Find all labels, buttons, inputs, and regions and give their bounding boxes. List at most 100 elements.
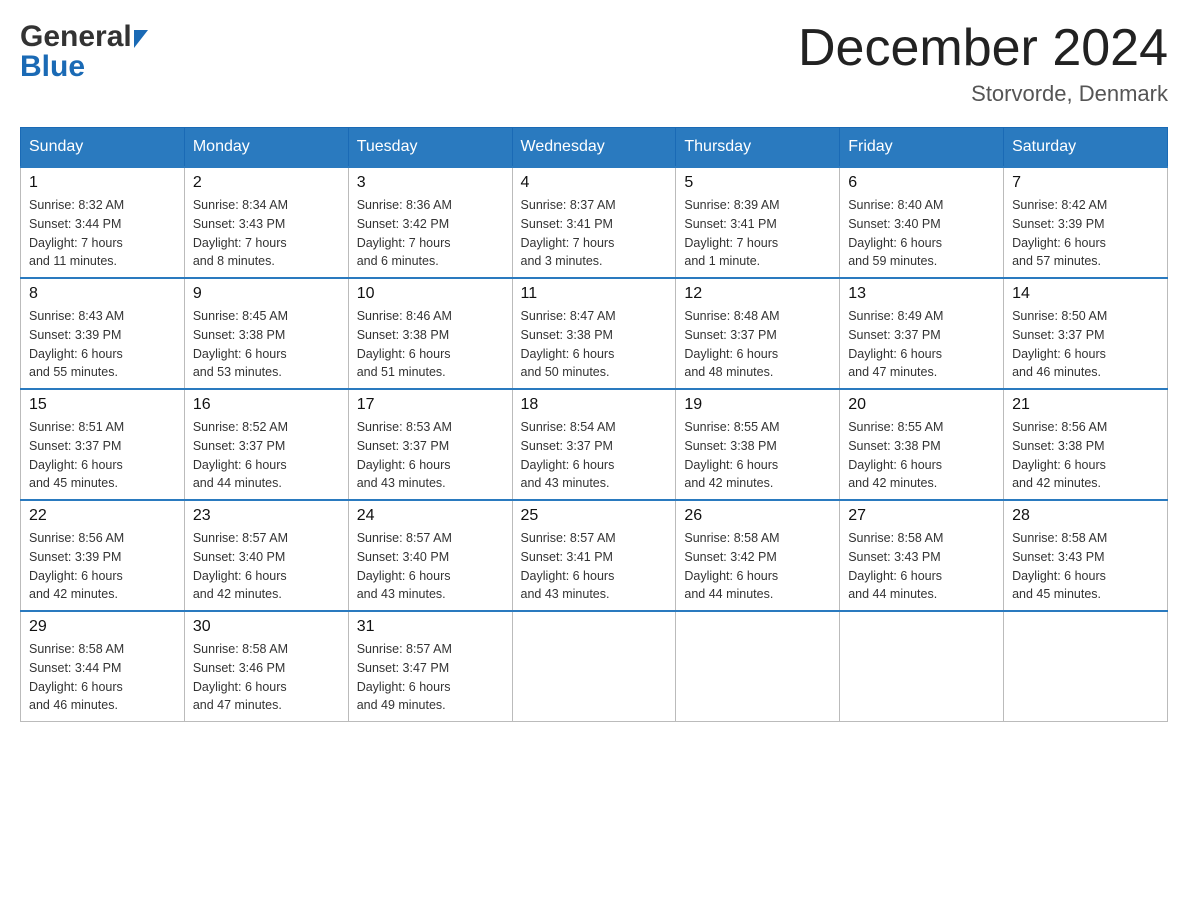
day-info: Sunrise: 8:47 AMSunset: 3:38 PMDaylight:… bbox=[521, 307, 668, 382]
day-info: Sunrise: 8:53 AMSunset: 3:37 PMDaylight:… bbox=[357, 418, 504, 493]
day-number: 10 bbox=[357, 285, 504, 303]
col-saturday: Saturday bbox=[1004, 128, 1168, 168]
table-row: 3 Sunrise: 8:36 AMSunset: 3:42 PMDayligh… bbox=[348, 167, 512, 278]
title-area: December 2024 Storvorde, Denmark bbox=[798, 20, 1168, 107]
day-info: Sunrise: 8:34 AMSunset: 3:43 PMDaylight:… bbox=[193, 196, 340, 271]
day-number: 28 bbox=[1012, 507, 1159, 525]
week-row-2: 8 Sunrise: 8:43 AMSunset: 3:39 PMDayligh… bbox=[21, 278, 1168, 389]
table-row: 28 Sunrise: 8:58 AMSunset: 3:43 PMDaylig… bbox=[1004, 500, 1168, 611]
table-row: 22 Sunrise: 8:56 AMSunset: 3:39 PMDaylig… bbox=[21, 500, 185, 611]
table-row: 15 Sunrise: 8:51 AMSunset: 3:37 PMDaylig… bbox=[21, 389, 185, 500]
week-row-4: 22 Sunrise: 8:56 AMSunset: 3:39 PMDaylig… bbox=[21, 500, 1168, 611]
day-info: Sunrise: 8:32 AMSunset: 3:44 PMDaylight:… bbox=[29, 196, 176, 271]
day-number: 2 bbox=[193, 174, 340, 192]
logo-general-text: General bbox=[20, 20, 132, 54]
week-row-1: 1 Sunrise: 8:32 AMSunset: 3:44 PMDayligh… bbox=[21, 167, 1168, 278]
day-info: Sunrise: 8:55 AMSunset: 3:38 PMDaylight:… bbox=[684, 418, 831, 493]
day-info: Sunrise: 8:54 AMSunset: 3:37 PMDaylight:… bbox=[521, 418, 668, 493]
day-number: 15 bbox=[29, 396, 176, 414]
table-row: 1 Sunrise: 8:32 AMSunset: 3:44 PMDayligh… bbox=[21, 167, 185, 278]
day-number: 13 bbox=[848, 285, 995, 303]
day-info: Sunrise: 8:40 AMSunset: 3:40 PMDaylight:… bbox=[848, 196, 995, 271]
day-info: Sunrise: 8:37 AMSunset: 3:41 PMDaylight:… bbox=[521, 196, 668, 271]
table-row: 26 Sunrise: 8:58 AMSunset: 3:42 PMDaylig… bbox=[676, 500, 840, 611]
day-number: 18 bbox=[521, 396, 668, 414]
week-row-5: 29 Sunrise: 8:58 AMSunset: 3:44 PMDaylig… bbox=[21, 611, 1168, 722]
day-info: Sunrise: 8:45 AMSunset: 3:38 PMDaylight:… bbox=[193, 307, 340, 382]
table-row: 4 Sunrise: 8:37 AMSunset: 3:41 PMDayligh… bbox=[512, 167, 676, 278]
week-row-3: 15 Sunrise: 8:51 AMSunset: 3:37 PMDaylig… bbox=[21, 389, 1168, 500]
table-row: 8 Sunrise: 8:43 AMSunset: 3:39 PMDayligh… bbox=[21, 278, 185, 389]
table-row: 13 Sunrise: 8:49 AMSunset: 3:37 PMDaylig… bbox=[840, 278, 1004, 389]
table-row: 16 Sunrise: 8:52 AMSunset: 3:37 PMDaylig… bbox=[184, 389, 348, 500]
location-title: Storvorde, Denmark bbox=[798, 81, 1168, 107]
day-number: 5 bbox=[684, 174, 831, 192]
col-thursday: Thursday bbox=[676, 128, 840, 168]
day-number: 8 bbox=[29, 285, 176, 303]
day-info: Sunrise: 8:58 AMSunset: 3:42 PMDaylight:… bbox=[684, 529, 831, 604]
day-number: 26 bbox=[684, 507, 831, 525]
day-info: Sunrise: 8:57 AMSunset: 3:47 PMDaylight:… bbox=[357, 640, 504, 715]
day-number: 24 bbox=[357, 507, 504, 525]
day-info: Sunrise: 8:51 AMSunset: 3:37 PMDaylight:… bbox=[29, 418, 176, 493]
table-row: 21 Sunrise: 8:56 AMSunset: 3:38 PMDaylig… bbox=[1004, 389, 1168, 500]
day-number: 22 bbox=[29, 507, 176, 525]
day-number: 27 bbox=[848, 507, 995, 525]
day-number: 1 bbox=[29, 174, 176, 192]
table-row: 27 Sunrise: 8:58 AMSunset: 3:43 PMDaylig… bbox=[840, 500, 1004, 611]
day-number: 12 bbox=[684, 285, 831, 303]
day-number: 16 bbox=[193, 396, 340, 414]
day-info: Sunrise: 8:57 AMSunset: 3:40 PMDaylight:… bbox=[357, 529, 504, 604]
day-number: 4 bbox=[521, 174, 668, 192]
table-row: 19 Sunrise: 8:55 AMSunset: 3:38 PMDaylig… bbox=[676, 389, 840, 500]
day-info: Sunrise: 8:58 AMSunset: 3:46 PMDaylight:… bbox=[193, 640, 340, 715]
col-monday: Monday bbox=[184, 128, 348, 168]
day-info: Sunrise: 8:58 AMSunset: 3:43 PMDaylight:… bbox=[1012, 529, 1159, 604]
table-row: 17 Sunrise: 8:53 AMSunset: 3:37 PMDaylig… bbox=[348, 389, 512, 500]
day-info: Sunrise: 8:49 AMSunset: 3:37 PMDaylight:… bbox=[848, 307, 995, 382]
col-friday: Friday bbox=[840, 128, 1004, 168]
table-row: 18 Sunrise: 8:54 AMSunset: 3:37 PMDaylig… bbox=[512, 389, 676, 500]
day-number: 3 bbox=[357, 174, 504, 192]
table-row bbox=[676, 611, 840, 722]
table-row: 10 Sunrise: 8:46 AMSunset: 3:38 PMDaylig… bbox=[348, 278, 512, 389]
month-title: December 2024 bbox=[798, 20, 1168, 77]
header: General Blue December 2024 Storvorde, De… bbox=[20, 20, 1168, 107]
day-info: Sunrise: 8:48 AMSunset: 3:37 PMDaylight:… bbox=[684, 307, 831, 382]
table-row: 11 Sunrise: 8:47 AMSunset: 3:38 PMDaylig… bbox=[512, 278, 676, 389]
day-info: Sunrise: 8:43 AMSunset: 3:39 PMDaylight:… bbox=[29, 307, 176, 382]
day-number: 30 bbox=[193, 618, 340, 636]
day-info: Sunrise: 8:39 AMSunset: 3:41 PMDaylight:… bbox=[684, 196, 831, 271]
day-number: 14 bbox=[1012, 285, 1159, 303]
table-row: 6 Sunrise: 8:40 AMSunset: 3:40 PMDayligh… bbox=[840, 167, 1004, 278]
table-row: 29 Sunrise: 8:58 AMSunset: 3:44 PMDaylig… bbox=[21, 611, 185, 722]
table-row: 31 Sunrise: 8:57 AMSunset: 3:47 PMDaylig… bbox=[348, 611, 512, 722]
day-number: 31 bbox=[357, 618, 504, 636]
calendar-table: Sunday Monday Tuesday Wednesday Thursday… bbox=[20, 127, 1168, 722]
logo-arrow-icon bbox=[134, 30, 148, 48]
table-row: 24 Sunrise: 8:57 AMSunset: 3:40 PMDaylig… bbox=[348, 500, 512, 611]
table-row: 23 Sunrise: 8:57 AMSunset: 3:40 PMDaylig… bbox=[184, 500, 348, 611]
table-row: 2 Sunrise: 8:34 AMSunset: 3:43 PMDayligh… bbox=[184, 167, 348, 278]
header-row: Sunday Monday Tuesday Wednesday Thursday… bbox=[21, 128, 1168, 168]
day-info: Sunrise: 8:42 AMSunset: 3:39 PMDaylight:… bbox=[1012, 196, 1159, 271]
day-info: Sunrise: 8:58 AMSunset: 3:43 PMDaylight:… bbox=[848, 529, 995, 604]
day-info: Sunrise: 8:36 AMSunset: 3:42 PMDaylight:… bbox=[357, 196, 504, 271]
table-row: 5 Sunrise: 8:39 AMSunset: 3:41 PMDayligh… bbox=[676, 167, 840, 278]
day-info: Sunrise: 8:50 AMSunset: 3:37 PMDaylight:… bbox=[1012, 307, 1159, 382]
day-info: Sunrise: 8:52 AMSunset: 3:37 PMDaylight:… bbox=[193, 418, 340, 493]
day-info: Sunrise: 8:58 AMSunset: 3:44 PMDaylight:… bbox=[29, 640, 176, 715]
day-number: 21 bbox=[1012, 396, 1159, 414]
table-row: 12 Sunrise: 8:48 AMSunset: 3:37 PMDaylig… bbox=[676, 278, 840, 389]
day-info: Sunrise: 8:57 AMSunset: 3:41 PMDaylight:… bbox=[521, 529, 668, 604]
table-row: 14 Sunrise: 8:50 AMSunset: 3:37 PMDaylig… bbox=[1004, 278, 1168, 389]
col-wednesday: Wednesday bbox=[512, 128, 676, 168]
logo: General Blue bbox=[20, 20, 148, 84]
day-number: 19 bbox=[684, 396, 831, 414]
table-row bbox=[1004, 611, 1168, 722]
day-info: Sunrise: 8:46 AMSunset: 3:38 PMDaylight:… bbox=[357, 307, 504, 382]
table-row bbox=[512, 611, 676, 722]
table-row: 9 Sunrise: 8:45 AMSunset: 3:38 PMDayligh… bbox=[184, 278, 348, 389]
table-row: 20 Sunrise: 8:55 AMSunset: 3:38 PMDaylig… bbox=[840, 389, 1004, 500]
table-row: 25 Sunrise: 8:57 AMSunset: 3:41 PMDaylig… bbox=[512, 500, 676, 611]
